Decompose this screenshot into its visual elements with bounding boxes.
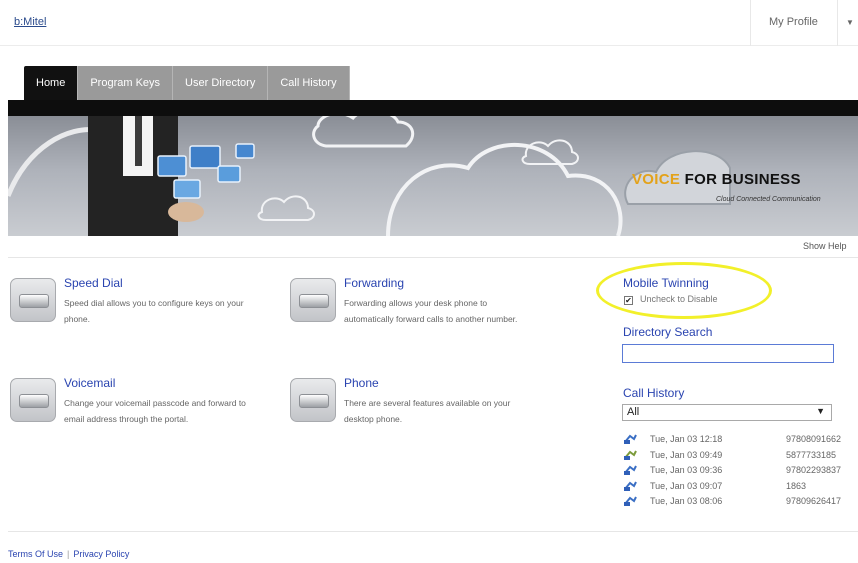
- call-incoming-icon: [624, 481, 637, 491]
- my-profile-button[interactable]: My Profile: [750, 0, 838, 46]
- call-number: 5877733185: [786, 449, 837, 460]
- call-history-filter-select[interactable]: All ▼: [622, 404, 832, 421]
- call-history-row[interactable]: Tue, Jan 03 09:36 97802293837: [624, 463, 858, 479]
- tab-user-directory[interactable]: User Directory: [173, 66, 269, 100]
- main-tabs: Home Program Keys User Directory Call Hi…: [24, 66, 350, 100]
- call-incoming-icon: [624, 434, 637, 444]
- call-outgoing-icon: [624, 450, 637, 460]
- my-profile-label: My Profile: [769, 16, 818, 28]
- profile-menu-chevron-down-icon[interactable]: ▼: [846, 18, 854, 27]
- call-number: 97802293837: [786, 465, 842, 475]
- highlight-ellipse: [596, 262, 772, 319]
- call-history-title: Call History: [623, 386, 685, 400]
- divider: [8, 257, 858, 258]
- footer: Terms Of Use | Privacy Policy: [8, 549, 129, 559]
- mobile-twinning-checkbox[interactable]: ✔: [624, 296, 633, 305]
- privacy-policy-link[interactable]: Privacy Policy: [73, 549, 129, 559]
- mobile-twinning-checkbox-label: Uncheck to Disable: [640, 294, 718, 304]
- call-history-row[interactable]: Tue, Jan 03 09:49 5877733185: [624, 448, 858, 464]
- call-history-row[interactable]: Tue, Jan 03 08:06 97809626417: [624, 494, 858, 510]
- call-incoming-icon: [624, 496, 637, 506]
- feature-description: Speed dial allows you to configure keys …: [64, 298, 244, 324]
- call-number: 97809626417: [786, 496, 842, 506]
- brand-wordmark: VOICE FOR BUSINESS: [632, 171, 801, 188]
- call-date: Tue, Jan 03 08:06: [650, 496, 723, 506]
- call-history-row[interactable]: Tue, Jan 03 12:18 97808091662: [624, 432, 858, 448]
- call-date: Tue, Jan 03 09:07: [650, 480, 723, 491]
- mobile-twinning-title: Mobile Twinning: [623, 276, 709, 290]
- forwarding-icon: [290, 278, 336, 322]
- feature-description: Change your voicemail passcode and forwa…: [64, 398, 246, 424]
- tab-home[interactable]: Home: [24, 66, 79, 100]
- feature-title[interactable]: Forwarding: [344, 276, 404, 290]
- chevron-down-icon: ▼: [816, 406, 825, 416]
- call-history-filter-value: All: [627, 406, 640, 418]
- call-history-row[interactable]: Tue, Jan 03 09:07 1863: [624, 479, 858, 495]
- call-date: Tue, Jan 03 09:49: [650, 449, 723, 460]
- tab-program-keys[interactable]: Program Keys: [78, 66, 174, 100]
- call-number: 97808091662: [786, 434, 842, 444]
- call-incoming-icon: [624, 465, 637, 475]
- feature-description: There are several features available on …: [344, 398, 511, 424]
- hero-banner: VOICE FOR BUSINESS Cloud Connected Commu…: [8, 116, 858, 236]
- terms-of-use-link[interactable]: Terms Of Use: [8, 549, 63, 559]
- show-help-link[interactable]: Show Help: [803, 241, 847, 251]
- feature-title[interactable]: Voicemail: [64, 376, 115, 390]
- feature-title[interactable]: Speed Dial: [64, 276, 123, 290]
- call-history-list: Tue, Jan 03 12:18 97808091662 Tue, Jan 0…: [624, 432, 858, 510]
- logo[interactable]: b:Mitel: [14, 16, 46, 28]
- feature-description: Forwarding allows your desk phone to aut…: [344, 298, 518, 324]
- tab-underline-bar: [8, 100, 858, 116]
- call-number: 1863: [786, 480, 807, 491]
- footer-divider: [8, 531, 858, 532]
- feature-title[interactable]: Phone: [344, 376, 379, 390]
- brand-tagline: Cloud Connected Communication: [716, 196, 821, 203]
- call-date: Tue, Jan 03 12:18: [650, 434, 723, 444]
- voicemail-icon: [10, 378, 56, 422]
- brand-main: FOR BUSINESS: [684, 171, 801, 188]
- brand-accent: VOICE: [632, 171, 681, 188]
- top-bar: b:Mitel My Profile ▼: [0, 0, 858, 46]
- directory-search-title: Directory Search: [623, 325, 713, 339]
- footer-separator: |: [67, 549, 70, 559]
- call-date: Tue, Jan 03 09:36: [650, 465, 723, 475]
- speed-dial-icon: [10, 278, 56, 322]
- phone-icon: [290, 378, 336, 422]
- tab-call-history[interactable]: Call History: [268, 66, 350, 100]
- directory-search-input[interactable]: [622, 344, 834, 363]
